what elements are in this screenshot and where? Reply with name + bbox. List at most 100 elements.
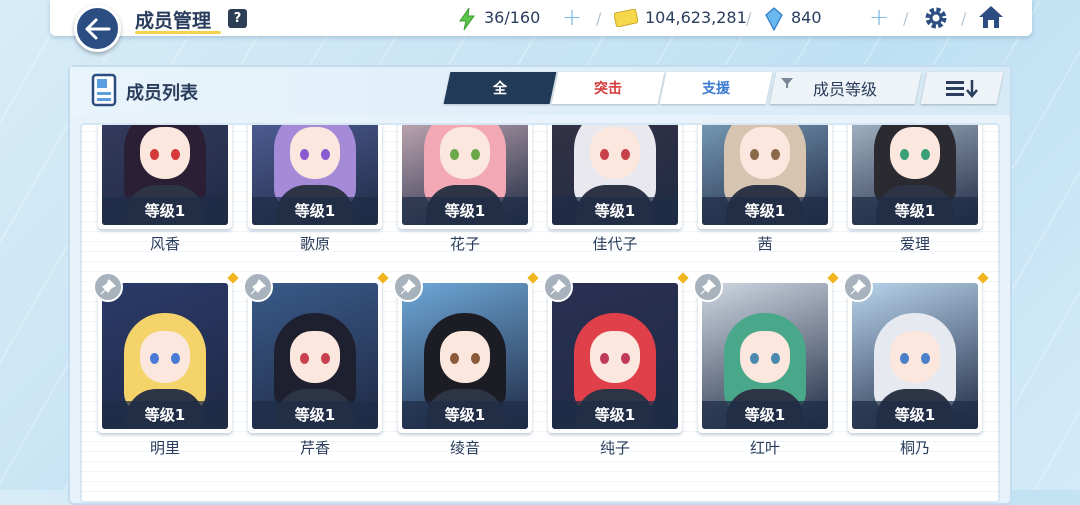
back-button[interactable]: [74, 5, 121, 52]
favorite-pin-icon[interactable]: [93, 272, 123, 302]
new-indicator: [677, 272, 689, 284]
member-card[interactable]: 等级1: [698, 125, 832, 229]
member-name: 歌原: [299, 235, 330, 253]
member-card[interactable]: 等级1: [843, 272, 989, 433]
member-name: 茜: [757, 235, 773, 253]
gems-plus-button[interactable]: +: [869, 3, 889, 31]
tab-special-label: 支援: [702, 81, 730, 97]
member-portrait: 等级1: [702, 125, 828, 225]
sort-by-label: 成员等级: [813, 80, 878, 99]
favorite-pin-icon[interactable]: [393, 272, 423, 302]
sort-descending-icon: [946, 80, 978, 98]
member-level: 等级1: [102, 401, 228, 429]
portrait-face: [140, 127, 190, 179]
portrait-eye: [621, 353, 630, 364]
member-card-icon: [91, 73, 117, 107]
stamina-value: 36/160: [484, 8, 541, 27]
portrait-face: [290, 127, 340, 179]
member-card[interactable]: 等级1: [248, 125, 382, 229]
portrait-eye: [600, 149, 609, 160]
portrait-face: [590, 127, 640, 179]
member-card[interactable]: 等级1: [93, 272, 239, 433]
member-level: 等级1: [252, 197, 378, 225]
divider: /: [746, 9, 752, 28]
member-level: 等级1: [402, 197, 528, 225]
member-name: 桐乃: [899, 439, 930, 457]
sort-by-button[interactable]: 成员等级: [769, 72, 922, 104]
arrow-left-icon: [85, 18, 110, 39]
page-title: 成员管理: [135, 10, 212, 32]
new-indicator: [527, 272, 539, 284]
new-indicator: [227, 272, 239, 284]
gear-icon[interactable]: [923, 5, 949, 31]
portrait-face: [440, 331, 490, 383]
portrait-face: [740, 331, 790, 383]
member-name: 花子: [449, 235, 480, 253]
portrait-face: [890, 127, 940, 179]
member-level: 等级1: [852, 197, 978, 225]
home-icon[interactable]: [977, 4, 1005, 30]
new-indicator: [827, 272, 839, 284]
member-name: 爱理: [899, 235, 930, 253]
member-portrait: 等级1: [852, 283, 978, 429]
member-portrait: 等级1: [102, 283, 228, 429]
member-level: 等级1: [552, 401, 678, 429]
new-indicator: [977, 272, 989, 284]
member-portrait: 等级1: [252, 283, 378, 429]
portrait-eye: [921, 149, 930, 160]
tab-special[interactable]: 支援: [659, 72, 773, 104]
portrait-eye: [600, 353, 609, 364]
divider: /: [961, 9, 967, 28]
portrait-eye: [300, 353, 309, 364]
title-underline: [135, 31, 221, 34]
sort-order-button[interactable]: [920, 72, 1004, 104]
new-indicator: [377, 272, 389, 284]
favorite-pin-icon[interactable]: [693, 272, 723, 302]
portrait-eye: [750, 353, 759, 364]
member-card[interactable]: 等级1: [398, 125, 532, 229]
portrait-eye: [900, 353, 909, 364]
portrait-eye: [171, 353, 180, 364]
member-level: 等级1: [852, 401, 978, 429]
portrait-eye: [450, 149, 459, 160]
favorite-pin-icon[interactable]: [843, 272, 873, 302]
member-name: 红叶: [749, 439, 780, 457]
portrait-eye: [771, 353, 780, 364]
portrait-eye: [771, 149, 780, 160]
filter-funnel-icon: [781, 78, 794, 88]
tab-all[interactable]: 全: [443, 72, 557, 104]
member-portrait: 等级1: [402, 283, 528, 429]
gems-value: 840: [791, 8, 822, 27]
favorite-pin-icon[interactable]: [543, 272, 573, 302]
portrait-eye: [321, 353, 330, 364]
member-portrait: 等级1: [552, 125, 678, 225]
type-filter-tabs: 全 突击 支援: [443, 72, 773, 104]
member-card[interactable]: 等级1: [848, 125, 982, 229]
portrait-eye: [171, 149, 180, 160]
member-level: 等级1: [102, 197, 228, 225]
member-level: 等级1: [702, 401, 828, 429]
favorite-pin-icon[interactable]: [243, 272, 273, 302]
tab-striker[interactable]: 突击: [551, 72, 665, 104]
member-portrait: 等级1: [402, 125, 528, 225]
member-name: 明里: [149, 439, 180, 457]
portrait-eye: [321, 149, 330, 160]
panel-title: 成员列表: [126, 83, 198, 104]
member-card[interactable]: 等级1: [548, 125, 682, 229]
portrait-face: [290, 331, 340, 383]
credits-value: 104,623,281: [645, 8, 747, 27]
portrait-eye: [450, 353, 459, 364]
member-level: 等级1: [252, 401, 378, 429]
member-name: 芹香: [299, 439, 330, 457]
member-card[interactable]: 等级1: [393, 272, 539, 433]
portrait-face: [740, 127, 790, 179]
help-button[interactable]: ?: [228, 9, 247, 28]
stamina-plus-button[interactable]: +: [562, 3, 582, 31]
member-card[interactable]: 等级1: [243, 272, 389, 433]
divider: /: [596, 9, 602, 28]
member-card[interactable]: 等级1: [98, 125, 232, 229]
member-card[interactable]: 等级1: [693, 272, 839, 433]
member-portrait: 等级1: [702, 283, 828, 429]
portrait-eye: [900, 149, 909, 160]
member-card[interactable]: 等级1: [543, 272, 689, 433]
